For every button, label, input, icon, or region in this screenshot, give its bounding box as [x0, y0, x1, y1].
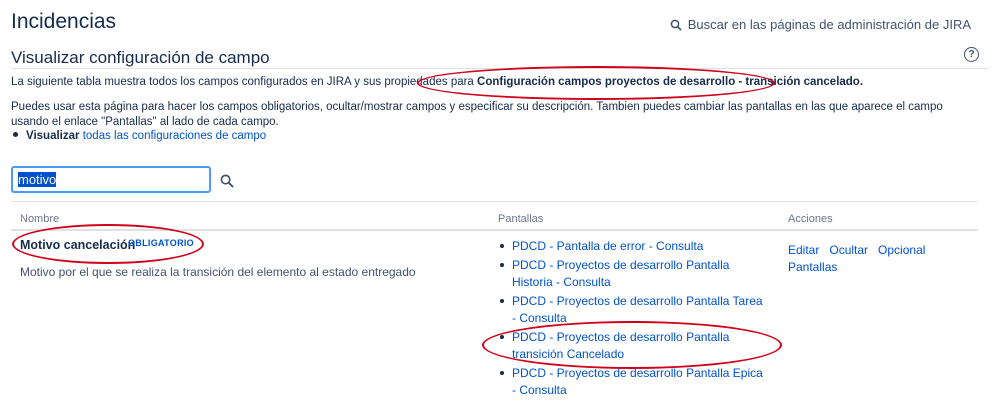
filter-search-button[interactable]: [220, 174, 234, 193]
view-all-configs-link[interactable]: todas las configuraciones de campo: [83, 130, 266, 142]
screen-link[interactable]: PDCD - Proyectos de desarrollo Pantalla …: [498, 293, 768, 327]
intro-sentence: La siguiente tabla muestra todos los cam…: [11, 76, 474, 88]
admin-search-label: Buscar en las páginas de administración …: [687, 17, 971, 32]
section-title: Visualizar configuración de campo: [11, 48, 270, 67]
view-all-item: Visualizar todas las configuraciones de …: [11, 130, 266, 142]
screen-link[interactable]: PDCD - Proyectos de desarrollo Pantalla …: [498, 329, 768, 363]
admin-search-link[interactable]: Buscar en las páginas de administración …: [670, 17, 971, 32]
field-name: Motivo cancelación: [20, 238, 136, 252]
filter-input[interactable]: [11, 166, 211, 193]
page-title: Incidencias: [11, 10, 117, 33]
column-header-name: Nombre: [20, 213, 60, 225]
hide-action[interactable]: Ocultar: [829, 243, 868, 257]
screens-list: PDCD - Pantalla de error - Consulta PDCD…: [498, 238, 768, 401]
table-top-divider: [11, 201, 978, 202]
field-description: Motivo por el que se realiza la transici…: [20, 265, 416, 279]
screen-link[interactable]: PDCD - Pantalla de error - Consulta: [498, 238, 768, 255]
screens-action[interactable]: Pantallas: [788, 260, 837, 274]
required-badge: OBLIGATORIO: [128, 238, 194, 248]
column-header-actions: Acciones: [788, 213, 833, 225]
search-icon: [670, 19, 682, 31]
bullet-icon: [13, 132, 18, 138]
column-header-screens: Pantallas: [498, 213, 544, 225]
title-divider: [11, 68, 988, 69]
screen-link[interactable]: PDCD - Proyectos de desarrollo Pantalla …: [498, 365, 768, 399]
help-icon[interactable]: ?: [964, 47, 979, 62]
optional-action[interactable]: Opcional: [878, 243, 925, 257]
page-description: Puedes usar esta página para hacer los c…: [11, 101, 943, 128]
intro-text: La siguiente tabla muestra todos los cam…: [11, 76, 863, 88]
search-icon: [220, 174, 234, 188]
edit-action[interactable]: Editar: [788, 243, 819, 257]
table-header-divider: [11, 229, 978, 231]
row-actions: Editar Ocultar Opcional Pantallas: [788, 242, 948, 276]
screen-link[interactable]: PDCD - Proyectos de desarrollo Pantalla …: [498, 257, 768, 291]
config-name: Configuración campos proyectos de desarr…: [477, 76, 864, 88]
view-all-prefix: Visualizar: [26, 130, 80, 142]
